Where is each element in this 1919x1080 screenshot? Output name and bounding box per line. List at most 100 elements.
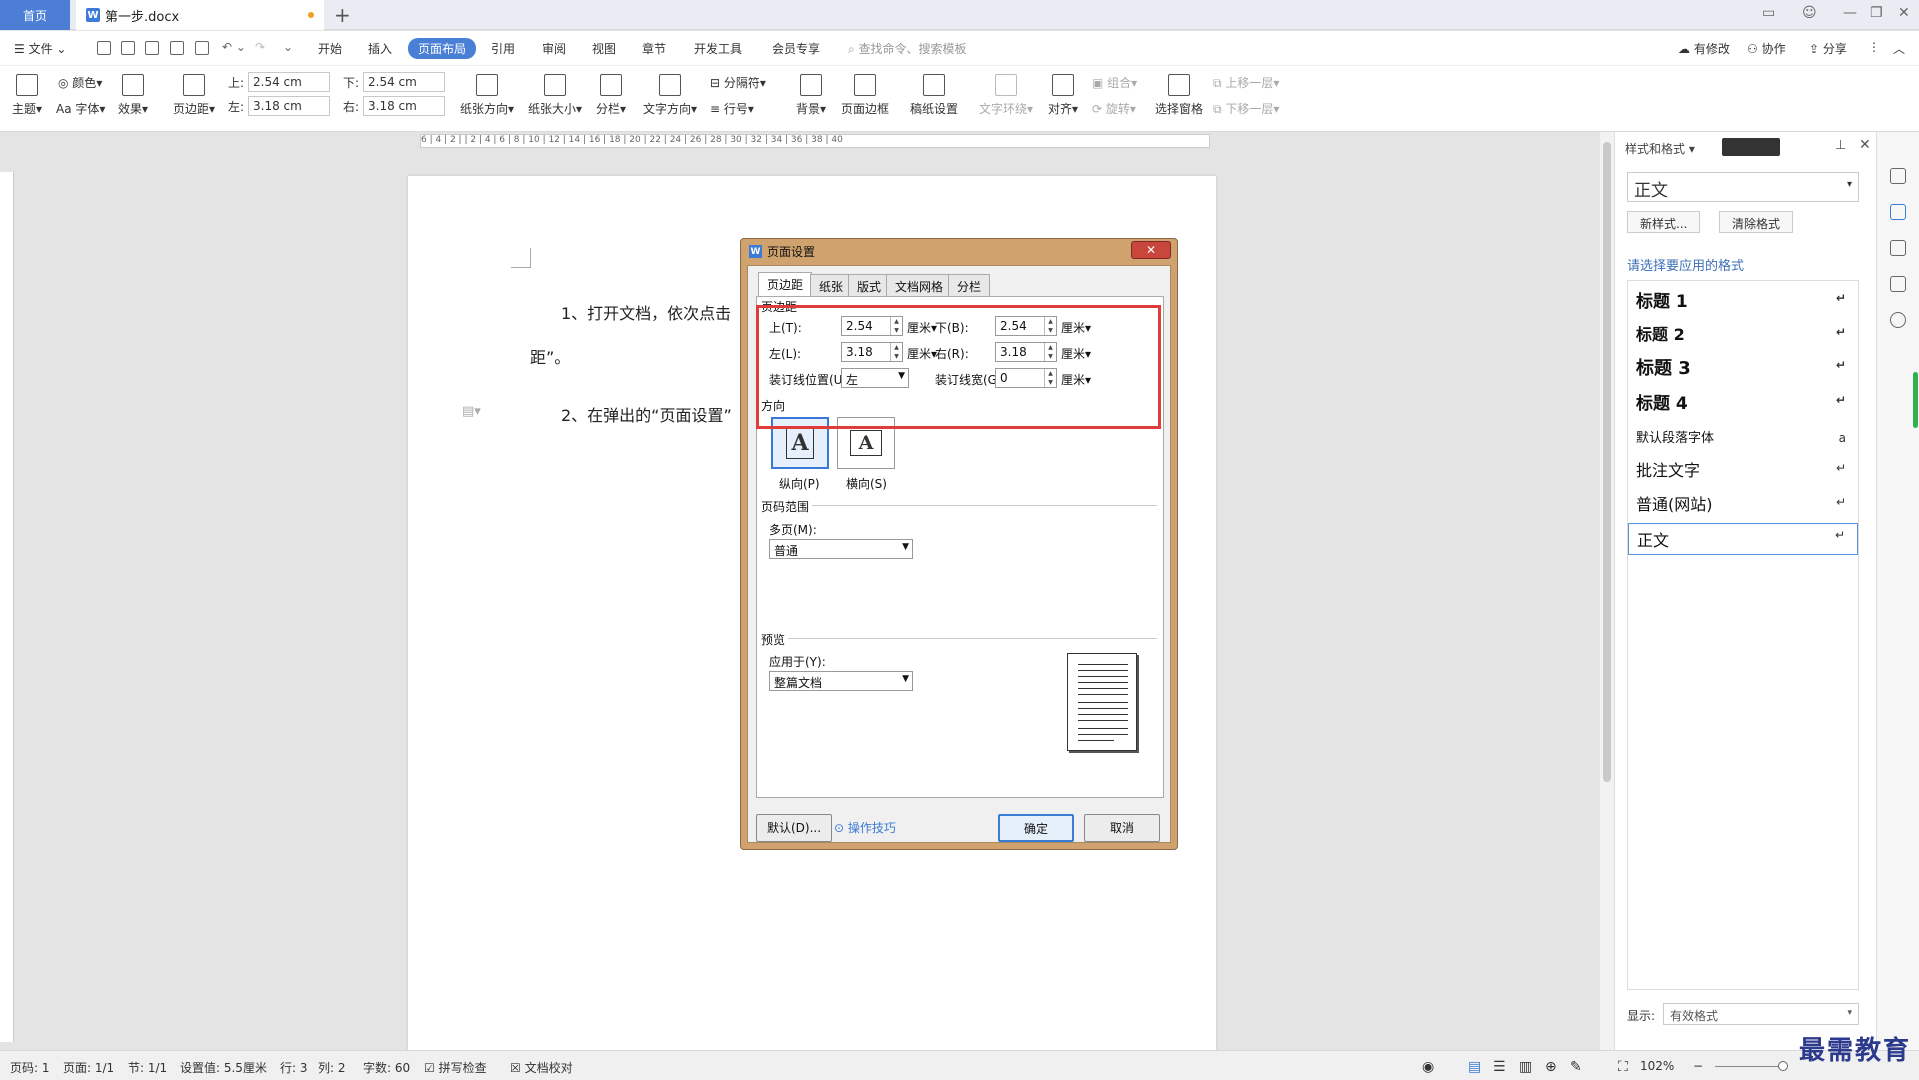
apply-to-select[interactable]: 整篇文档 ▼ [769,671,913,691]
cancel-button[interactable]: 取消 [1084,814,1160,842]
pin-icon[interactable]: ⊥ [1835,138,1846,153]
help-icon[interactable] [1890,312,1906,328]
show-filter-select[interactable]: 有效格式 ▾ [1663,1003,1859,1025]
share-button[interactable]: ⇪ 分享 [1809,40,1847,57]
default-button[interactable]: 默认(D)... [756,814,832,842]
print-icon[interactable] [170,41,184,55]
background-button[interactable]: 背景▾ [796,74,826,117]
zoom-out-icon[interactable]: − [1693,1059,1703,1073]
has-changes-button[interactable]: ☁ 有修改 [1678,40,1730,57]
multiple-pages-select[interactable]: 普通 ▼ [769,539,913,559]
color-button[interactable]: ◎ 颜色▾ [58,74,102,91]
format-painter-icon[interactable] [145,41,159,55]
zoom-level[interactable]: 102% [1640,1059,1674,1073]
style-heading-3[interactable]: 标题 3 ↵ [1628,354,1858,380]
tools-icon[interactable] [1890,168,1906,184]
paper-size-button[interactable]: 纸张大小▾ [528,74,582,117]
bottom-margin-input[interactable]: 2.54 cm [363,72,445,92]
style-normal-web[interactable]: 普通(网站) ↵ [1628,491,1858,515]
new-doc-icon[interactable] [97,41,111,55]
undo-icon[interactable]: ↶ ⌄ [222,40,246,54]
ime-toolbar-icon[interactable] [1722,138,1780,156]
zoom-slider-thumb[interactable] [1778,1061,1788,1071]
theme-button[interactable]: 主题▾ [12,74,42,117]
selection-pane-button[interactable]: 选择窗格 [1155,74,1203,117]
eye-protection-icon[interactable]: ◉ [1422,1059,1434,1075]
command-search[interactable]: ⌕ 查找命令、搜索模板 [848,40,967,57]
file-menu[interactable]: ☰ 文件 ⌄ [14,40,66,57]
style-heading-4[interactable]: 标题 4 ↵ [1628,389,1858,414]
margins-button[interactable]: 页边距▾ [173,74,215,117]
spell-check-button[interactable]: ☑ 拼写检查 [424,1059,487,1076]
style-pen-icon[interactable] [1890,204,1906,220]
scrollbar-thumb[interactable] [1603,142,1611,782]
select-cursor-icon[interactable] [1890,240,1906,256]
menu-developer[interactable]: 开发工具 [694,40,742,57]
align-button[interactable]: 对齐▾ [1048,74,1078,117]
style-heading-1[interactable]: 标题 1 ↵ [1628,287,1858,312]
clear-format-button[interactable]: 清除格式 [1719,211,1794,233]
reading-view-icon[interactable]: ▥ [1519,1059,1532,1075]
web-view-icon[interactable]: ⊕ [1545,1059,1557,1075]
tab-columns[interactable]: 分栏 [948,274,991,296]
tab-margins[interactable]: 页边距 [758,272,813,296]
status-word-count[interactable]: 字数: 60 [363,1059,410,1076]
new-style-button[interactable]: 新样式... [1627,211,1701,233]
styles-pane-title[interactable]: 样式和格式 ▾ [1625,140,1695,157]
minimize-icon[interactable]: — [1843,5,1857,21]
restore-icon[interactable]: ❐ [1870,5,1883,21]
menu-review[interactable]: 审阅 [542,40,566,57]
doc-proof-button[interactable]: ☒ 文档校对 [510,1059,573,1076]
style-heading-2[interactable]: 标题 2 ↵ [1628,321,1858,345]
style-default-font[interactable]: 默认段落字体 a [1628,427,1858,446]
effects-button[interactable]: 效果▾ [118,74,148,117]
menu-start[interactable]: 开始 [318,40,342,57]
fit-page-icon[interactable]: ⛶ [1618,1059,1628,1075]
save-icon[interactable] [121,41,135,55]
font-button[interactable]: Aa 字体▾ [56,100,105,117]
write-view-icon[interactable]: ✎ [1570,1059,1582,1075]
tab-paper[interactable]: 纸张 [810,274,853,296]
close-window-icon[interactable]: ✕ [1898,5,1910,21]
side-scroll-indicator[interactable] [1913,372,1918,428]
columns-button[interactable]: 分栏▾ [596,74,626,117]
paragraph-1-tail[interactable]: 距”。 [530,344,570,368]
menu-view[interactable]: 视图 [592,40,616,57]
send-backward-button[interactable]: ⧉ 下移一层▾ [1213,100,1279,117]
rotate-button[interactable]: ⟳ 旋转▾ [1092,100,1136,117]
line-number-button[interactable]: ≡ 行号▾ [710,100,754,117]
more-icon[interactable]: ⋮ [1868,40,1880,54]
paragraph-2[interactable]: 2、在弹出的“页面设置” [561,402,732,426]
avatar[interactable]: ☺ [1802,5,1817,21]
page-view-icon[interactable]: ▤ [1468,1059,1481,1075]
collapse-ribbon-icon[interactable]: ︿ [1893,40,1905,57]
menu-member[interactable]: 会员专享 [772,40,820,57]
document-tab[interactable]: W 第一步.docx [76,0,324,30]
ok-button[interactable]: 确定 [998,814,1074,842]
horizontal-ruler[interactable]: 6 | 4 | 2 | | 2 | 4 | 6 | 8 | 10 | 12 | … [420,134,1210,148]
menu-insert[interactable]: 插入 [368,40,392,57]
close-pane-icon[interactable]: ✕ [1859,137,1871,153]
style-comment-text[interactable]: 批注文字 ↵ [1628,457,1858,481]
customize-toolbar-icon[interactable]: ⌄ [283,40,293,54]
collaborate-button[interactable]: ⚇ 协作 [1747,40,1786,57]
manuscript-button[interactable]: 稿纸设置 [910,74,958,117]
menu-references[interactable]: 引用 [491,40,515,57]
orientation-button[interactable]: 纸张方向▾ [460,74,514,117]
group-button[interactable]: ▣ 组合▾ [1092,74,1137,91]
separator-button[interactable]: ⊟ 分隔符▾ [710,74,766,91]
menu-chapter[interactable]: 章节 [642,40,666,57]
tab-layout[interactable]: 版式 [848,274,891,296]
paragraph-1[interactable]: 1、打开文档，依次点击 [561,300,731,324]
home-tab[interactable]: 首页 [0,0,70,30]
right-margin-input[interactable]: 3.18 cm [363,96,445,116]
menu-page-layout[interactable]: 页面布局 [408,38,477,59]
style-body-text[interactable]: 正文 ↵ [1628,523,1858,555]
outline-view-icon[interactable]: ☰ [1493,1059,1506,1075]
tab-document-grid[interactable]: 文档网格 [886,274,953,296]
vertical-ruler[interactable] [0,172,14,1042]
layout-icon[interactable]: ▭ [1762,5,1775,21]
text-direction-button[interactable]: 文字方向▾ [643,74,697,117]
top-margin-input[interactable]: 2.54 cm [248,72,330,92]
tips-link[interactable]: ⊙ 操作技巧 [834,819,896,836]
